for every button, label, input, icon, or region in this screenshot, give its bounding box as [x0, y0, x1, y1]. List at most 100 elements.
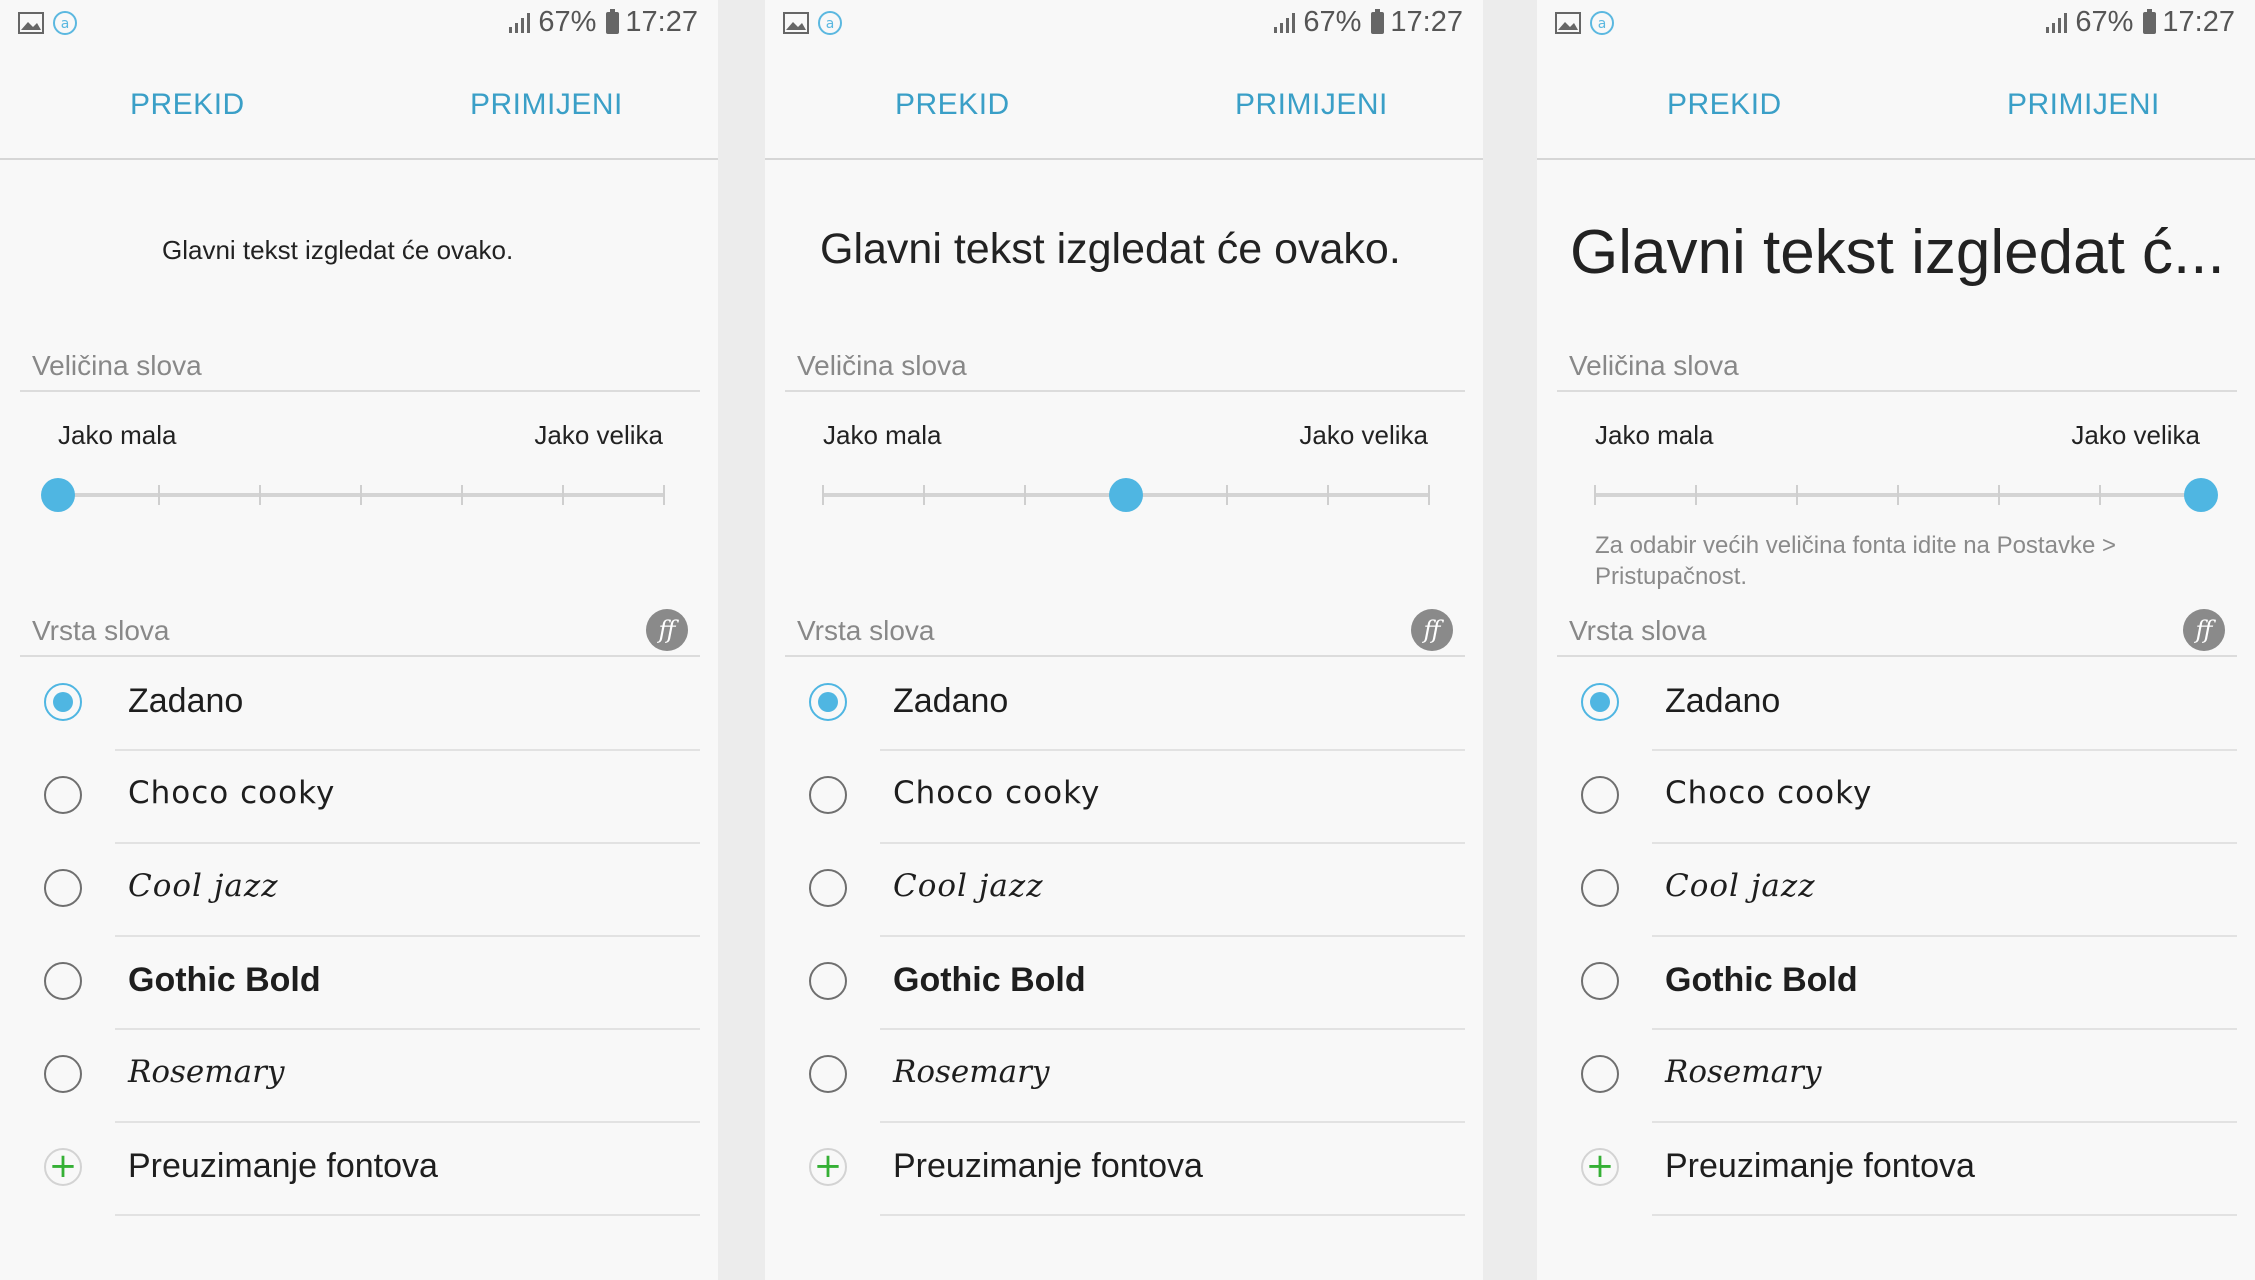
plus-icon: + — [44, 1148, 82, 1186]
radio-button[interactable] — [809, 869, 847, 907]
clock: 17:27 — [625, 6, 698, 38]
font-type-header: Vrsta slova ff — [785, 609, 1465, 657]
download-fonts-item[interactable]: + Preuzimanje fontova — [0, 1123, 718, 1216]
slider-tick — [2099, 485, 2101, 505]
radio-button[interactable] — [44, 683, 82, 721]
slider-thumb[interactable] — [2184, 478, 2218, 512]
font-option-label: Choco cooky — [128, 775, 336, 811]
slider-tick — [923, 485, 925, 505]
radio-button[interactable] — [1581, 869, 1619, 907]
font-option-label: Cool jazz — [128, 868, 279, 904]
font-option[interactable]: Zadano — [1537, 658, 2255, 751]
slider-tick — [1796, 485, 1798, 505]
font-option[interactable]: Cool jazz — [1537, 844, 2255, 937]
font-option[interactable]: Choco cooky — [765, 751, 1483, 844]
font-option[interactable]: Rosemary — [0, 1030, 718, 1123]
slider-thumb[interactable] — [1109, 478, 1143, 512]
font-option[interactable]: Zadano — [0, 658, 718, 751]
radio-button[interactable] — [44, 776, 82, 814]
font-size-header: Veličina slova — [785, 350, 1465, 392]
radio-button[interactable] — [1581, 962, 1619, 1000]
download-fonts-item[interactable]: + Preuzimanje fontova — [1537, 1123, 2255, 1216]
radio-button[interactable] — [809, 962, 847, 1000]
action-bar: PREKID PRIMIJENI — [765, 50, 1483, 160]
font-size-slider[interactable] — [822, 478, 1430, 512]
size-min-label: Jako mala — [58, 420, 177, 450]
radio-button[interactable] — [1581, 683, 1619, 721]
slider-tick — [562, 485, 564, 505]
radio-button[interactable] — [44, 1055, 82, 1093]
battery-percent: 67% — [1303, 6, 1362, 38]
font-option-label: Choco cooky — [1665, 775, 1873, 811]
download-fonts-label: Preuzimanje fontova — [128, 1147, 438, 1185]
font-type-header: Vrsta slova ff — [1557, 609, 2237, 657]
slider-tick — [1897, 485, 1899, 505]
svg-text:a: a — [1598, 16, 1607, 32]
download-fonts-item[interactable]: + Preuzimanje fontova — [765, 1123, 1483, 1216]
font-type-header: Vrsta slova ff — [20, 609, 700, 657]
font-option[interactable]: Choco cooky — [1537, 751, 2255, 844]
font-type-title: Vrsta slova — [1569, 615, 1707, 646]
clock: 17:27 — [2162, 6, 2235, 38]
font-option[interactable]: Gothic Bold — [1537, 937, 2255, 1030]
cancel-button[interactable]: PREKID — [895, 88, 1010, 122]
font-style-icon[interactable]: ff — [1411, 609, 1453, 651]
radio-button[interactable] — [809, 776, 847, 814]
signal-icon — [2046, 12, 2068, 33]
font-option-label: Gothic Bold — [1665, 961, 1858, 999]
radio-button[interactable] — [1581, 776, 1619, 814]
slider-thumb[interactable] — [41, 478, 75, 512]
cancel-button[interactable]: PREKID — [1667, 88, 1782, 122]
slider-tick — [663, 485, 665, 505]
at-notification-icon: a — [818, 11, 842, 35]
radio-button[interactable] — [44, 869, 82, 907]
battery-percent: 67% — [538, 6, 597, 38]
font-size-slider[interactable] — [41, 478, 665, 512]
font-option-label: Gothic Bold — [893, 961, 1086, 999]
font-option[interactable]: Cool jazz — [765, 844, 1483, 937]
divider — [1652, 1214, 2237, 1216]
download-fonts-label: Preuzimanje fontova — [893, 1147, 1203, 1185]
battery-icon — [2143, 8, 2157, 34]
at-notification-icon: a — [53, 11, 77, 35]
apply-button[interactable]: PRIMIJENI — [470, 88, 623, 122]
size-max-label: Jako velika — [1299, 420, 1428, 450]
font-style-icon[interactable]: ff — [646, 609, 688, 651]
size-max-label: Jako velika — [2071, 420, 2200, 450]
signal-icon — [1274, 12, 1296, 33]
apply-button[interactable]: PRIMIJENI — [1235, 88, 1388, 122]
font-option[interactable]: Zadano — [765, 658, 1483, 751]
font-style-icon[interactable]: ff — [2183, 609, 2225, 651]
slider-tick — [822, 485, 824, 505]
font-option[interactable]: Choco cooky — [0, 751, 718, 844]
font-option-label: Rosemary — [128, 1054, 285, 1090]
slider-tick — [461, 485, 463, 505]
plus-icon: + — [809, 1148, 847, 1186]
gallery-notification-icon — [1555, 12, 1581, 34]
cancel-button[interactable]: PREKID — [130, 88, 245, 122]
gallery-notification-icon — [18, 12, 44, 34]
signal-icon — [509, 12, 531, 33]
font-size-slider[interactable] — [1594, 478, 2218, 512]
slider-tick — [1998, 485, 2000, 505]
font-option-label: Rosemary — [1665, 1054, 1822, 1090]
font-option-label: Zadano — [893, 682, 1009, 720]
font-option[interactable]: Gothic Bold — [0, 937, 718, 1030]
slider-tick — [360, 485, 362, 505]
status-bar: a 67% 17:27 — [0, 0, 718, 50]
action-bar: PREKID PRIMIJENI — [0, 50, 718, 160]
radio-button[interactable] — [809, 683, 847, 721]
radio-button[interactable] — [809, 1055, 847, 1093]
font-option[interactable]: Rosemary — [1537, 1030, 2255, 1123]
font-size-header: Veličina slova — [20, 350, 700, 392]
preview-text: Glavni tekst izgledat će ovako. — [820, 225, 1401, 273]
radio-button[interactable] — [1581, 1055, 1619, 1093]
apply-button[interactable]: PRIMIJENI — [2007, 88, 2160, 122]
font-option[interactable]: Gothic Bold — [765, 937, 1483, 1030]
radio-button[interactable] — [44, 962, 82, 1000]
font-option[interactable]: Rosemary — [765, 1030, 1483, 1123]
font-option[interactable]: Cool jazz — [0, 844, 718, 937]
preview-text: Glavni tekst izgledat ć... — [1570, 218, 2225, 287]
slider-tick — [158, 485, 160, 505]
plus-icon: + — [1581, 1148, 1619, 1186]
